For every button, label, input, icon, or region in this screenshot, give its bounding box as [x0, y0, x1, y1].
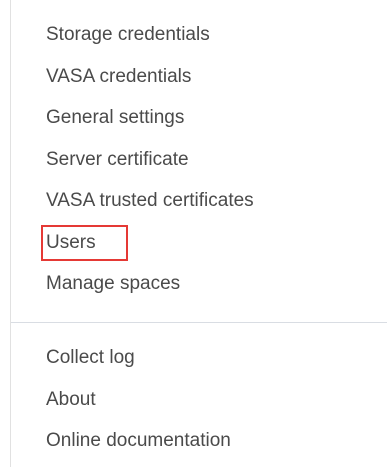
menu-item-server-certificate[interactable]: Server certificate [11, 139, 387, 181]
menu-item-storage-credentials[interactable]: Storage credentials [11, 14, 387, 56]
menu-item-label: Storage credentials [46, 24, 210, 45]
settings-menu: Storage credentials VASA credentials Gen… [10, 0, 387, 467]
menu-group-settings: Storage credentials VASA credentials Gen… [11, 14, 387, 305]
menu-item-general-settings[interactable]: General settings [11, 97, 387, 139]
menu-item-label: Server certificate [46, 148, 189, 170]
menu-item-about[interactable]: About [11, 379, 387, 421]
menu-item-label: Online documentation [46, 430, 231, 451]
menu-item-vasa-trusted-certificates[interactable]: VASA trusted certificates [11, 180, 387, 222]
menu-item-label: Manage spaces [46, 273, 181, 294]
menu-item-manage-spaces[interactable]: Manage spaces [11, 263, 387, 305]
menu-item-label: General settings [46, 107, 185, 128]
menu-item-collect-log[interactable]: Collect log [11, 337, 387, 379]
menu-divider [11, 322, 387, 323]
menu-item-label: About [46, 388, 96, 410]
menu-item-label: VASA trusted certificates [46, 190, 254, 211]
menu-item-label: Collect log [46, 347, 135, 368]
menu-item-label: VASA credentials [46, 65, 192, 87]
menu-item-online-documentation[interactable]: Online documentation [11, 420, 387, 462]
menu-item-users[interactable]: Users [11, 222, 387, 264]
menu-item-vasa-credentials[interactable]: VASA credentials [11, 56, 387, 98]
menu-item-label-highlighted: Users [41, 224, 128, 261]
menu-group-help: Collect log About Online documentation [11, 337, 387, 462]
